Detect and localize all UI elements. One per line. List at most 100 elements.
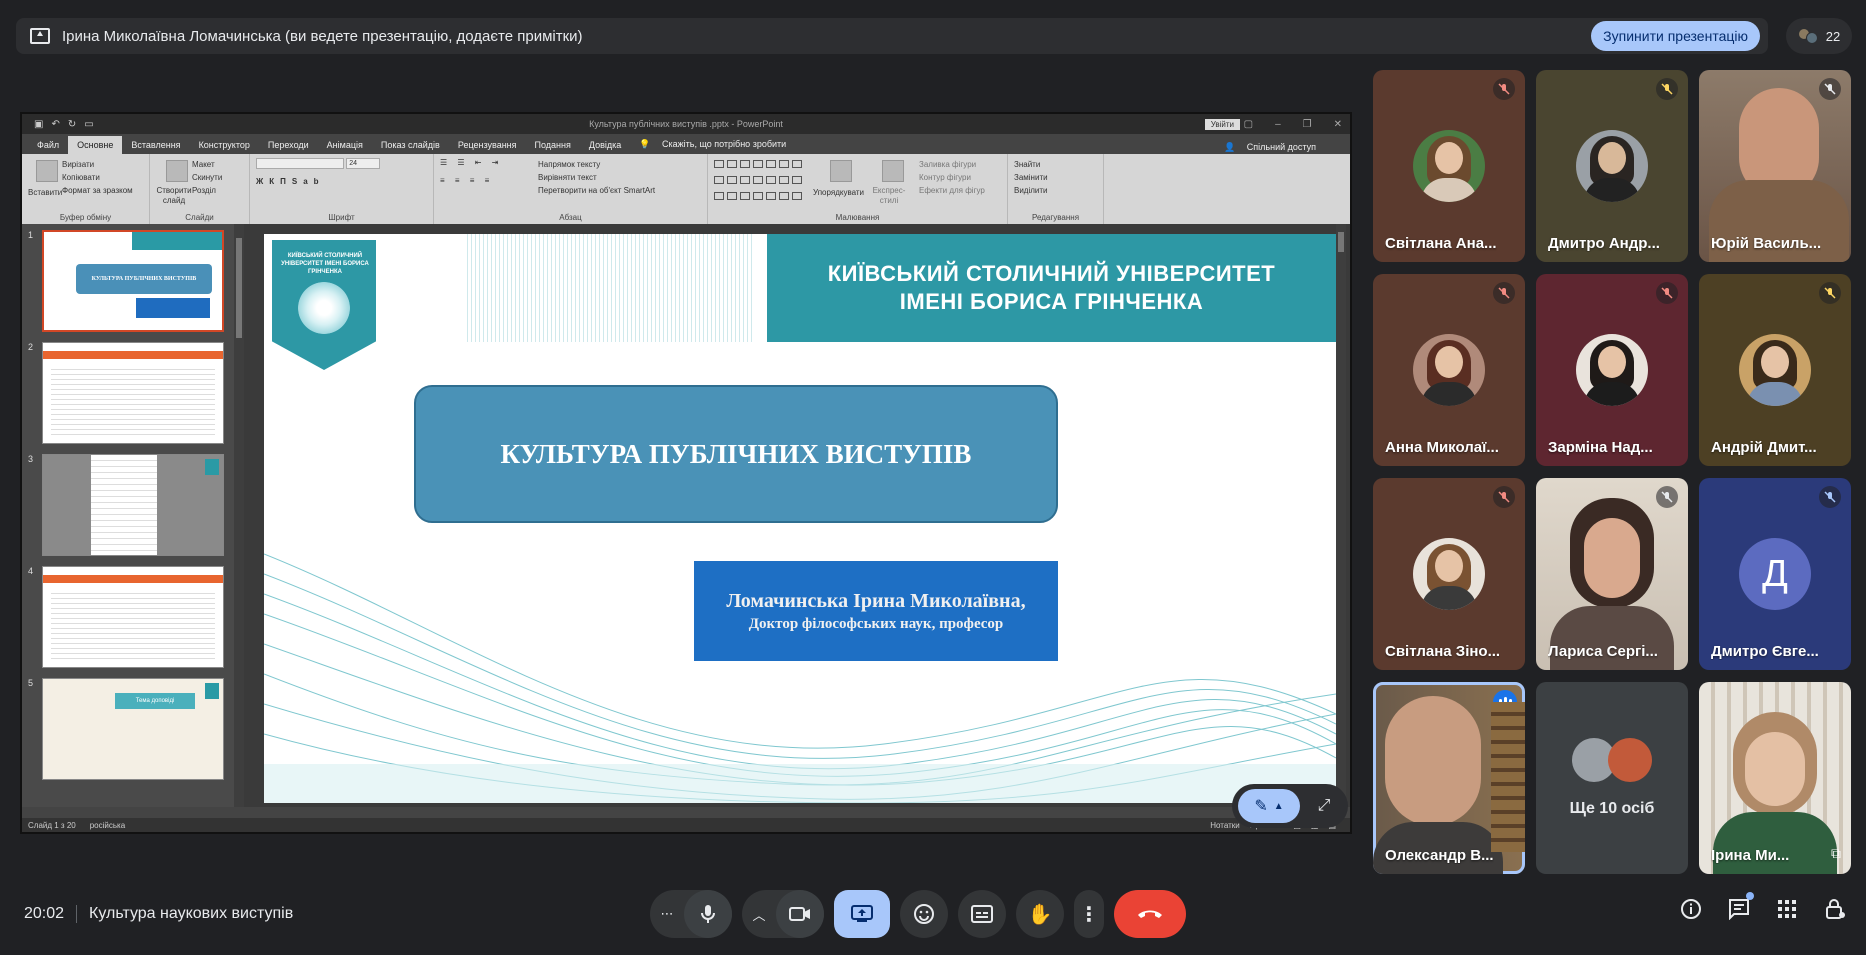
replace-button[interactable]: Замінити bbox=[1014, 171, 1097, 184]
arrange-button[interactable]: Упорядкувати bbox=[813, 158, 864, 206]
thumb-number: 1 bbox=[28, 230, 34, 240]
annotate-button[interactable]: ✎ ▲ bbox=[1238, 789, 1300, 823]
minimize-icon[interactable]: – bbox=[1275, 119, 1281, 130]
reset-button[interactable]: Скинути bbox=[192, 171, 222, 184]
slide-author-box[interactable]: Ломачинська Ірина Миколаївна, Доктор філ… bbox=[694, 561, 1058, 661]
ppt-tab-slideshow[interactable]: Показ слайдів bbox=[372, 136, 449, 154]
ppt-tab-review[interactable]: Рецензування bbox=[449, 136, 526, 154]
ppt-tab-design[interactable]: Конструктор bbox=[190, 136, 259, 154]
presentation-banner: Ірина Миколаївна Ломачинська (ви ведете … bbox=[16, 18, 1768, 54]
participant-tile[interactable]: Світлана Зіно... bbox=[1373, 478, 1525, 670]
shape-effects-button[interactable]: Ефекти для фігур bbox=[919, 184, 985, 197]
ppt-tab-transitions[interactable]: Переходи bbox=[259, 136, 318, 154]
more-participants-tile[interactable]: Ще 10 осіб bbox=[1536, 682, 1688, 874]
present-screen-button[interactable] bbox=[834, 890, 890, 938]
activities-button[interactable] bbox=[1774, 896, 1800, 922]
reactions-button[interactable] bbox=[900, 890, 948, 938]
paste-button[interactable]: Вставити bbox=[28, 158, 62, 199]
participant-tile[interactable]: Лариса Сергі... bbox=[1536, 478, 1688, 670]
pin-frame-icon[interactable]: ⧉ bbox=[1831, 845, 1841, 862]
participant-tile[interactable]: Анна Миколаї... bbox=[1373, 274, 1525, 466]
ppt-tab-file[interactable]: Файл bbox=[28, 136, 68, 154]
find-button[interactable]: Знайти bbox=[1014, 158, 1097, 171]
slide-thumbnail[interactable]: 1 КУЛЬТУРА ПУБЛІЧНИХ ВИСТУПІВ bbox=[26, 230, 226, 332]
participant-name: Анна Миколаї... bbox=[1385, 439, 1499, 456]
captions-button[interactable] bbox=[958, 890, 1006, 938]
stop-presenting-button[interactable]: Зупинити презентацію bbox=[1591, 21, 1760, 51]
font-format-buttons[interactable]: ЖКПSab bbox=[256, 177, 427, 186]
smartart-button[interactable]: Перетворити на об'єкт SmartArt bbox=[538, 184, 655, 197]
quick-styles-button[interactable]: Експрес-стилі bbox=[869, 158, 909, 206]
more-avatars bbox=[1572, 736, 1656, 784]
group-label-slides: Слайди bbox=[185, 213, 214, 222]
participants-chip[interactable]: 22 bbox=[1786, 18, 1852, 54]
redo-icon[interactable]: ↻ bbox=[68, 119, 76, 130]
camera-button[interactable] bbox=[776, 890, 824, 938]
font-size-field[interactable]: 24 bbox=[346, 158, 381, 169]
save-icon[interactable]: ▣ bbox=[34, 119, 43, 130]
select-button[interactable]: Виділити bbox=[1014, 184, 1097, 197]
ppt-tab-animations[interactable]: Анімація bbox=[318, 136, 372, 154]
participant-tile[interactable]: Дмитро Андр... bbox=[1536, 70, 1688, 262]
shape-outline-button[interactable]: Контур фігури bbox=[919, 171, 985, 184]
tell-me-search[interactable]: 💡 Скажіть, що потрібно зробити bbox=[630, 135, 804, 154]
maximize-icon[interactable]: ❐ bbox=[1303, 119, 1312, 130]
cut-button[interactable]: Вирізати bbox=[62, 158, 133, 171]
ppt-tab-insert[interactable]: Вставлення bbox=[122, 136, 189, 154]
shapes-gallery[interactable] bbox=[714, 160, 803, 206]
thumbnail-scrollbar[interactable] bbox=[234, 224, 244, 807]
language-indicator[interactable]: російська bbox=[90, 821, 125, 830]
divider bbox=[76, 905, 78, 923]
participant-tile[interactable]: Андрій Дмит... bbox=[1699, 274, 1851, 466]
list-buttons[interactable]: ☰ ☰ ⇤ ⇥ ≡ ≡ ≡ ≡ bbox=[440, 158, 530, 197]
university-line-2: ІМЕНІ БОРИСА ГРІНЧЕНКА bbox=[899, 289, 1204, 314]
thumb-number: 2 bbox=[28, 342, 34, 352]
new-message-indicator bbox=[1746, 892, 1754, 900]
shape-fill-button[interactable]: Заливка фігури bbox=[919, 158, 985, 171]
end-call-button[interactable] bbox=[1114, 890, 1186, 938]
audio-options-button[interactable]: ⋯ bbox=[650, 906, 684, 922]
layout-button[interactable]: Макет bbox=[192, 158, 222, 171]
ppt-tab-help[interactable]: Довідка bbox=[580, 136, 630, 154]
close-icon[interactable]: ✕ bbox=[1334, 119, 1342, 130]
participant-tile[interactable]: Ірина Ми... ⧉ bbox=[1699, 682, 1851, 874]
slide-thumbnail[interactable]: 4 bbox=[26, 566, 226, 668]
slide-scrollbar[interactable] bbox=[1336, 224, 1346, 807]
participant-tile[interactable]: Світлана Ана... bbox=[1373, 70, 1525, 262]
more-options-button[interactable]: ⋮ bbox=[1074, 890, 1104, 938]
slide-thumbnail[interactable]: 5 Тема доповіді bbox=[26, 678, 226, 780]
slide-title: КУЛЬТУРА ПУБЛІЧНИХ ВИСТУПІВ bbox=[500, 438, 972, 469]
expand-button[interactable]: ⤢ bbox=[1308, 790, 1340, 822]
camera-control-group: ︿ bbox=[742, 890, 824, 938]
section-button[interactable]: Розділ bbox=[192, 184, 222, 197]
participant-tile[interactable]: Зарміна Над... bbox=[1536, 274, 1688, 466]
host-controls-button[interactable] bbox=[1822, 896, 1848, 922]
new-slide-button[interactable]: Створити слайд bbox=[156, 158, 192, 206]
raise-hand-button[interactable]: ✋ bbox=[1016, 890, 1064, 938]
undo-icon[interactable]: ↶ bbox=[51, 119, 59, 130]
notes-button[interactable]: Нотатки bbox=[1210, 821, 1240, 830]
text-direction-button[interactable]: Напрямок тексту bbox=[538, 158, 655, 171]
participant-tile[interactable]: Юрій Василь... bbox=[1699, 70, 1851, 262]
logo-star-icon bbox=[298, 282, 350, 334]
mic-off-icon bbox=[1493, 282, 1515, 304]
ppt-tab-view[interactable]: Подання bbox=[526, 136, 580, 154]
meeting-details-button[interactable] bbox=[1678, 896, 1704, 922]
copy-button[interactable]: Копіювати bbox=[62, 171, 133, 184]
video-options-button[interactable]: ︿ bbox=[742, 905, 776, 924]
format-painter-button[interactable]: Формат за зразком bbox=[62, 184, 133, 197]
ppt-tab-home[interactable]: Основне bbox=[68, 136, 123, 154]
font-name-field[interactable] bbox=[256, 158, 344, 169]
ppt-signin-button[interactable]: Увійти bbox=[1204, 118, 1240, 130]
slide-title-box[interactable]: КУЛЬТУРА ПУБЛІЧНИХ ВИСТУПІВ bbox=[414, 385, 1058, 523]
mic-button[interactable] bbox=[684, 890, 732, 938]
participant-tile-active-speaker[interactable]: Олександр В... bbox=[1373, 682, 1525, 874]
chat-button[interactable] bbox=[1726, 892, 1754, 922]
participant-tile[interactable]: Д Дмитро Євге... bbox=[1699, 478, 1851, 670]
ribbon-options-icon[interactable]: ▢ bbox=[1244, 119, 1253, 130]
slide-thumbnail[interactable]: 3 bbox=[26, 454, 226, 556]
thumb-logo bbox=[205, 459, 219, 475]
slide-thumbnail[interactable]: 2 bbox=[26, 342, 226, 444]
slideshow-icon[interactable]: ▭ bbox=[84, 119, 93, 130]
align-text-button[interactable]: Вирівняти текст bbox=[538, 171, 655, 184]
